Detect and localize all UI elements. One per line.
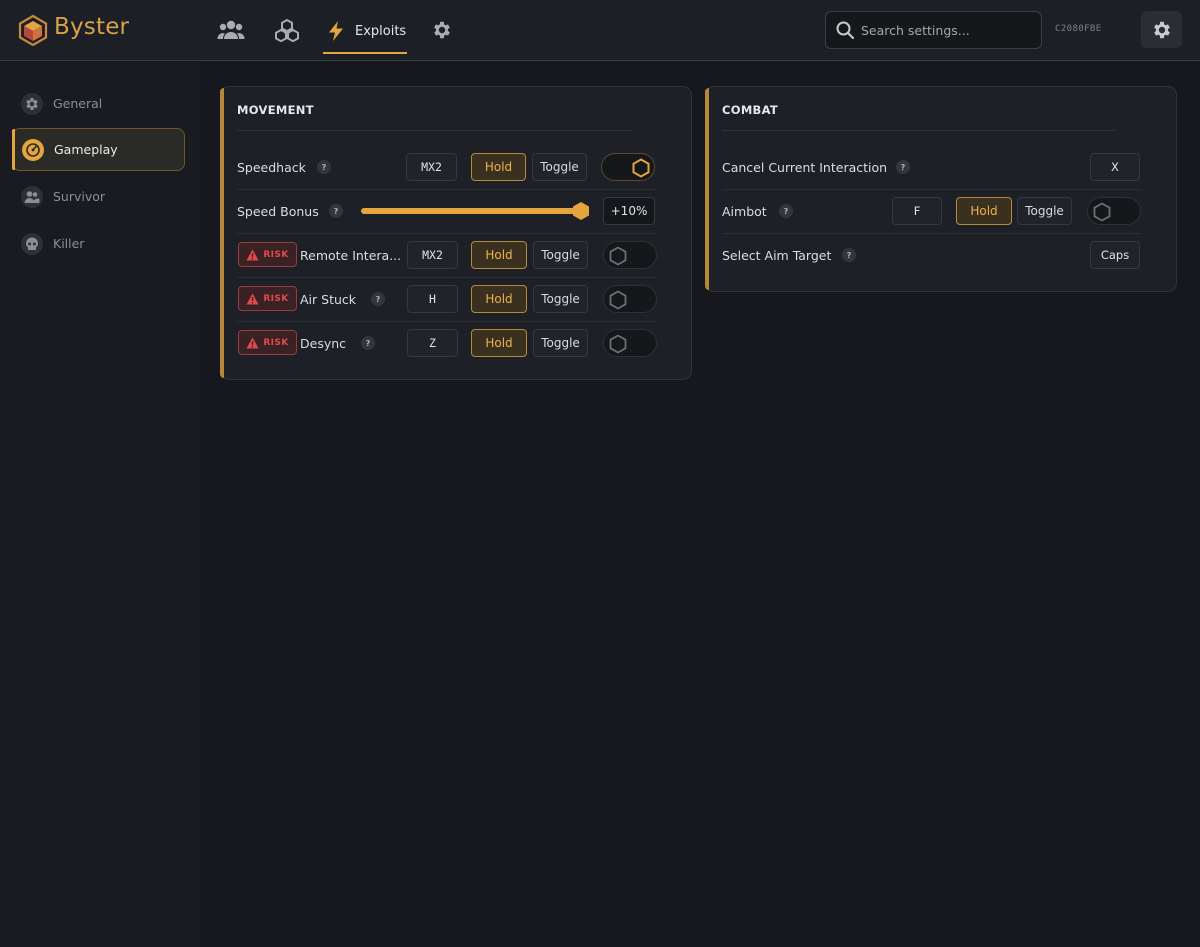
sidebar-item-survivor[interactable]: Survivor bbox=[12, 175, 185, 218]
cancel-interaction-label: Cancel Current Interaction bbox=[722, 159, 888, 175]
tab-exploits[interactable]: Exploits bbox=[323, 10, 407, 54]
speedhack-switch[interactable] bbox=[601, 153, 655, 181]
divider bbox=[722, 130, 1116, 131]
help-icon[interactable]: ? bbox=[779, 204, 793, 218]
aim-target-keybind[interactable]: Caps bbox=[1090, 241, 1140, 269]
combat-panel: COMBAT Cancel Current Interaction ? X Ai… bbox=[705, 86, 1177, 292]
aimbot-switch[interactable] bbox=[1087, 197, 1141, 225]
divider bbox=[237, 130, 631, 131]
speedhack-label: Speedhack bbox=[237, 159, 306, 175]
risk-label: RISK bbox=[263, 249, 289, 260]
cancel-interaction-keybind[interactable]: X bbox=[1090, 153, 1140, 181]
nav-settings-button[interactable] bbox=[427, 15, 457, 45]
desync-row: RISK Desync ? Z Hold Toggle bbox=[237, 321, 677, 365]
desync-label: Desync bbox=[300, 335, 347, 351]
tab-exploits-label: Exploits bbox=[355, 23, 407, 39]
remote-interaction-hold-button[interactable]: Hold bbox=[471, 241, 527, 269]
hexagon-knob-icon bbox=[609, 290, 627, 310]
remote-interaction-keybind[interactable]: MX2 bbox=[407, 241, 458, 269]
speedhack-hold-button[interactable]: Hold bbox=[471, 153, 526, 181]
warning-icon bbox=[246, 293, 259, 304]
movement-panel: MOVEMENT Speedhack ? MX2 Hold Toggle Spe… bbox=[220, 86, 692, 380]
speed-bonus-label: Speed Bonus bbox=[237, 203, 319, 219]
panel-title: COMBAT bbox=[722, 103, 779, 117]
brand-name: Byster bbox=[54, 14, 130, 40]
cubes-icon bbox=[275, 18, 299, 42]
nav-cubes-button[interactable] bbox=[272, 15, 302, 45]
risk-label: RISK bbox=[263, 293, 289, 304]
help-icon[interactable]: ? bbox=[329, 204, 343, 218]
warning-icon bbox=[246, 249, 259, 260]
speedhack-keybind[interactable]: MX2 bbox=[406, 153, 457, 181]
sidebar-item-gameplay[interactable]: Gameplay bbox=[12, 128, 185, 171]
sidebar: General Gameplay Survivor Killer bbox=[0, 62, 200, 947]
help-icon[interactable]: ? bbox=[361, 336, 375, 350]
hexagon-knob-icon bbox=[1093, 202, 1111, 222]
risk-badge: RISK bbox=[238, 286, 297, 311]
risk-label: RISK bbox=[263, 337, 289, 348]
panel-title: MOVEMENT bbox=[237, 103, 314, 117]
desync-toggle-button[interactable]: Toggle bbox=[533, 329, 588, 357]
remote-interaction-row: RISK Remote Intera... MX2 Hold Toggle bbox=[237, 233, 677, 277]
air-stuck-label: Air Stuck bbox=[300, 291, 357, 307]
desync-keybind[interactable]: Z bbox=[407, 329, 458, 357]
slider-thumb-icon[interactable] bbox=[571, 201, 591, 221]
help-icon[interactable]: ? bbox=[317, 160, 331, 174]
speedhack-toggle-button[interactable]: Toggle bbox=[532, 153, 587, 181]
aimbot-label: Aimbot bbox=[722, 203, 767, 219]
air-stuck-hold-button[interactable]: Hold bbox=[471, 285, 527, 313]
risk-badge: RISK bbox=[238, 330, 297, 355]
desync-switch[interactable] bbox=[603, 329, 657, 357]
aim-target-row: Select Aim Target ? Caps bbox=[722, 233, 1162, 277]
hexagon-knob-icon bbox=[609, 246, 627, 266]
hwid-label: C2080FBE bbox=[1055, 24, 1102, 34]
nav-users-button[interactable] bbox=[216, 15, 246, 45]
aimbot-row: Aimbot ? F Hold Toggle bbox=[722, 189, 1162, 233]
hexagon-knob-icon bbox=[609, 334, 627, 354]
users-icon bbox=[21, 185, 43, 208]
remote-interaction-switch[interactable] bbox=[603, 241, 657, 269]
users-icon bbox=[217, 20, 245, 39]
search-box[interactable] bbox=[825, 11, 1042, 49]
gauge-icon bbox=[22, 138, 44, 161]
aim-target-label: Select Aim Target bbox=[722, 247, 832, 263]
air-stuck-switch[interactable] bbox=[603, 285, 657, 313]
search-input[interactable] bbox=[861, 22, 1031, 38]
air-stuck-toggle-button[interactable]: Toggle bbox=[533, 285, 588, 313]
warning-icon bbox=[246, 337, 259, 348]
risk-badge: RISK bbox=[238, 242, 297, 267]
sidebar-item-label: Gameplay bbox=[54, 142, 118, 157]
sidebar-item-label: General bbox=[53, 96, 103, 111]
desync-hold-button[interactable]: Hold bbox=[471, 329, 527, 357]
lightning-icon bbox=[329, 21, 343, 41]
sidebar-item-label: Killer bbox=[53, 236, 85, 251]
settings-button[interactable] bbox=[1141, 11, 1182, 48]
gear-icon bbox=[434, 21, 450, 39]
remote-interaction-label: Remote Intera... bbox=[300, 247, 402, 263]
cancel-interaction-row: Cancel Current Interaction ? X bbox=[722, 145, 1162, 189]
hexagon-knob-icon bbox=[632, 158, 650, 178]
byster-logo-icon bbox=[18, 14, 48, 46]
air-stuck-row: RISK Air Stuck ? H Hold Toggle bbox=[237, 277, 677, 321]
aimbot-keybind[interactable]: F bbox=[892, 197, 942, 225]
air-stuck-keybind[interactable]: H bbox=[407, 285, 458, 313]
sidebar-item-general[interactable]: General bbox=[12, 82, 185, 125]
aimbot-toggle-button[interactable]: Toggle bbox=[1017, 197, 1072, 225]
speed-bonus-row: Speed Bonus ? +10% bbox=[237, 189, 677, 233]
remote-interaction-toggle-button[interactable]: Toggle bbox=[533, 241, 588, 269]
help-icon[interactable]: ? bbox=[896, 160, 910, 174]
speedhack-row: Speedhack ? MX2 Hold Toggle bbox=[237, 145, 677, 189]
skull-icon bbox=[21, 232, 43, 255]
sidebar-item-label: Survivor bbox=[53, 189, 106, 204]
help-icon[interactable]: ? bbox=[842, 248, 856, 262]
aimbot-hold-button[interactable]: Hold bbox=[956, 197, 1012, 225]
top-bar: Byster Exploits Search settings... C2080… bbox=[0, 0, 1200, 61]
search-icon bbox=[836, 21, 854, 39]
sidebar-item-killer[interactable]: Killer bbox=[12, 222, 185, 265]
gear-icon bbox=[21, 92, 43, 115]
help-icon[interactable]: ? bbox=[371, 292, 385, 306]
speed-bonus-slider[interactable] bbox=[361, 208, 581, 214]
gear-icon bbox=[1153, 21, 1170, 38]
speed-bonus-value[interactable]: +10% bbox=[603, 197, 655, 225]
